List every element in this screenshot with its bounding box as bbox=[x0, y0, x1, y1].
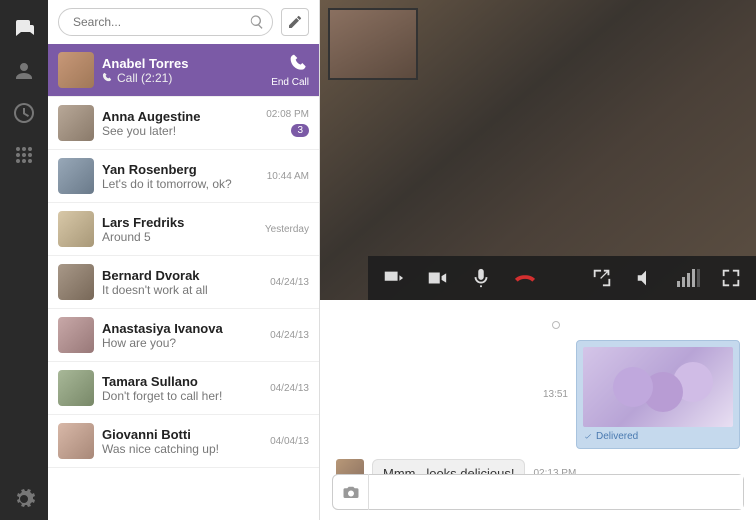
compose-button[interactable] bbox=[281, 8, 309, 36]
message-preview: How are you? bbox=[102, 336, 262, 350]
message-time: 13:51 bbox=[543, 389, 568, 400]
avatar bbox=[58, 423, 94, 459]
message-input[interactable] bbox=[369, 475, 743, 509]
message-input-bar bbox=[332, 474, 744, 510]
conversation-item[interactable]: Anastasiya Ivanova How are you? 04/24/13 bbox=[48, 309, 319, 362]
chat-area: 13:51 Delivered Mmm...looks delicious! 0… bbox=[320, 0, 756, 520]
contact-name: Giovanni Botti bbox=[102, 427, 262, 442]
message-preview: Don't forget to call her! bbox=[102, 389, 262, 403]
fullscreen-button[interactable] bbox=[718, 265, 744, 291]
avatar bbox=[58, 264, 94, 300]
attach-photo-button[interactable] bbox=[333, 474, 369, 510]
timestamp: 04/24/13 bbox=[270, 277, 309, 288]
conversation-item[interactable]: Giovanni Botti Was nice catching up! 04/… bbox=[48, 415, 319, 468]
video-self-preview[interactable] bbox=[328, 8, 418, 80]
conversation-column: Anabel Torres Call (2:21) End Call Anna … bbox=[48, 0, 320, 520]
call-controls bbox=[368, 256, 756, 300]
conversation-active-call[interactable]: Anabel Torres Call (2:21) End Call bbox=[48, 44, 319, 97]
popout-button[interactable] bbox=[589, 265, 615, 291]
nav-recents[interactable] bbox=[0, 92, 48, 134]
avatar bbox=[58, 105, 94, 141]
message-preview: See you later! bbox=[102, 124, 258, 138]
message-bubble[interactable]: Delivered bbox=[576, 340, 740, 449]
message-sent: 13:51 Delivered bbox=[336, 340, 740, 449]
contact-name: Tamara Sullano bbox=[102, 374, 262, 389]
search-input[interactable] bbox=[58, 8, 273, 36]
conversation-list: Anabel Torres Call (2:21) End Call Anna … bbox=[48, 44, 319, 520]
timestamp: 04/24/13 bbox=[270, 383, 309, 394]
timestamp: Yesterday bbox=[265, 224, 309, 235]
transfer-button[interactable] bbox=[380, 265, 406, 291]
avatar bbox=[58, 52, 94, 88]
conversation-item[interactable]: Bernard Dvorak It doesn't work at all 04… bbox=[48, 256, 319, 309]
end-call-icon[interactable] bbox=[289, 53, 309, 73]
avatar bbox=[58, 370, 94, 406]
contact-name: Anabel Torres bbox=[102, 56, 263, 71]
contact-name: Anna Augestine bbox=[102, 109, 258, 124]
contact-name: Lars Fredriks bbox=[102, 215, 257, 230]
timestamp: 04/24/13 bbox=[270, 330, 309, 341]
speaker-icon[interactable] bbox=[633, 265, 659, 291]
avatar bbox=[58, 317, 94, 353]
nav-dialpad[interactable] bbox=[0, 134, 48, 176]
nav-settings[interactable] bbox=[0, 478, 48, 520]
video-call-window bbox=[320, 0, 756, 300]
delivery-status: Delivered bbox=[583, 431, 733, 442]
message-preview: It doesn't work at all bbox=[102, 283, 262, 297]
call-status: Call (2:21) bbox=[102, 71, 263, 85]
conversation-item[interactable]: Yan Rosenberg Let's do it tomorrow, ok? … bbox=[48, 150, 319, 203]
timestamp: 02:08 PM bbox=[266, 109, 309, 120]
message-preview: Was nice catching up! bbox=[102, 442, 262, 456]
timestamp: 10:44 AM bbox=[267, 171, 309, 182]
contact-name: Bernard Dvorak bbox=[102, 268, 262, 283]
nav-contacts[interactable] bbox=[0, 50, 48, 92]
contact-name: Anastasiya Ivanova bbox=[102, 321, 262, 336]
hangup-button[interactable] bbox=[512, 265, 538, 291]
timestamp: 04/04/13 bbox=[270, 436, 309, 447]
avatar bbox=[58, 158, 94, 194]
nav-chats[interactable] bbox=[0, 8, 48, 50]
conversation-item[interactable]: Anna Augestine See you later! 02:08 PM 3 bbox=[48, 97, 319, 150]
nav-rail bbox=[0, 0, 48, 520]
unread-badge: 3 bbox=[291, 124, 309, 137]
mic-toggle-button[interactable] bbox=[468, 265, 494, 291]
contact-name: Yan Rosenberg bbox=[102, 162, 259, 177]
message-preview: Around 5 bbox=[102, 230, 257, 244]
search-icon[interactable] bbox=[249, 14, 265, 30]
conversation-item[interactable]: Tamara Sullano Don't forget to call her!… bbox=[48, 362, 319, 415]
image-attachment[interactable] bbox=[583, 347, 733, 427]
end-call-label: End Call bbox=[271, 77, 309, 88]
video-toggle-button[interactable] bbox=[424, 265, 450, 291]
volume-indicator[interactable] bbox=[677, 269, 700, 287]
conversation-item[interactable]: Lars Fredriks Around 5 Yesterday bbox=[48, 203, 319, 256]
message-preview: Let's do it tomorrow, ok? bbox=[102, 177, 259, 191]
date-divider bbox=[552, 316, 560, 334]
avatar bbox=[58, 211, 94, 247]
